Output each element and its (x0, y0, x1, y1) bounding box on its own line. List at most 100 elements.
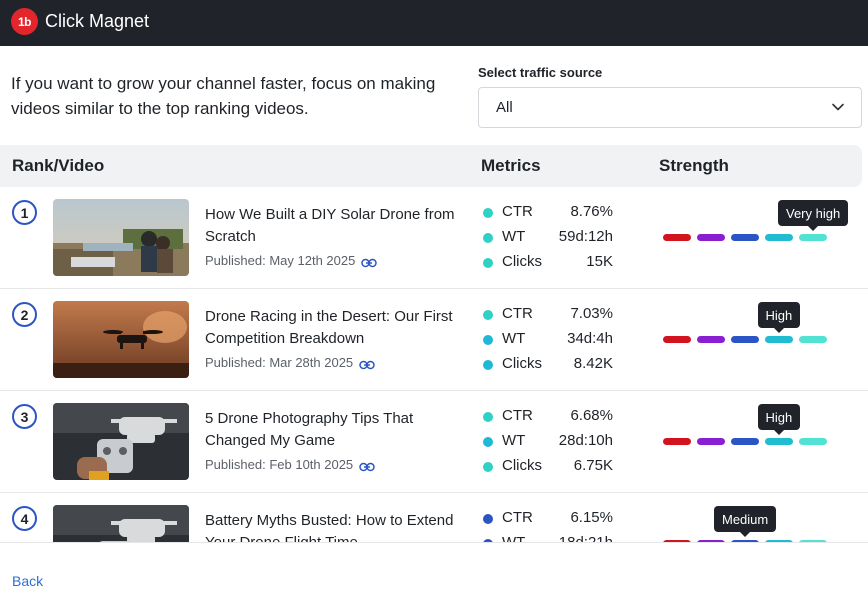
strength-bar (663, 234, 833, 242)
table-row[interactable]: 3 5 Drone Photography Tips That Changed … (0, 391, 868, 493)
strength-segment (697, 336, 725, 343)
strength-bar (663, 336, 833, 344)
table-header: Rank/Video Metrics Strength (0, 145, 862, 187)
video-title[interactable]: Drone Racing in the Desert: Our First Co… (205, 306, 460, 350)
app-title: Click Magnet (45, 11, 150, 31)
video-thumbnail[interactable] (53, 199, 189, 276)
published-label: Published: Feb 10th 2025 (205, 457, 354, 472)
metric-value: 8.42K (573, 355, 613, 372)
metric-name: Clicks (502, 355, 542, 372)
video-title[interactable]: Battery Myths Busted: How to Extend Your… (205, 510, 460, 542)
published-label: Published: Mar 28th 2025 (205, 355, 354, 370)
metric-value: 59d:12h (558, 228, 613, 245)
column-header-metrics: Metrics (481, 156, 541, 175)
strength-tooltip: High (757, 404, 801, 435)
rank-badge: 4 (12, 506, 37, 531)
metric-name: WT (502, 228, 526, 245)
metric-value: 28d:10h (558, 432, 613, 449)
rank-badge: 2 (12, 302, 37, 327)
metric-ctr: CTR 6.15% (483, 509, 613, 529)
strength-segment (697, 234, 725, 241)
metric-value: 18d:21h (559, 534, 613, 542)
metric-name: Clicks (502, 253, 542, 270)
metric-name: WT (502, 534, 525, 542)
strength-segment (663, 438, 691, 445)
metric-name: Clicks (502, 457, 542, 474)
strength-segment (799, 336, 827, 343)
video-thumbnail[interactable] (53, 505, 189, 542)
video-thumbnail[interactable] (53, 403, 189, 480)
back-link[interactable]: Back (12, 573, 43, 589)
traffic-source-select[interactable]: All (478, 87, 862, 128)
strength-tooltip: Medium (714, 506, 777, 537)
published-date: Published: May 12th 2025 (205, 253, 378, 268)
metric-wt: WT 18d:21h (483, 534, 613, 542)
rank-badge: 1 (12, 200, 37, 225)
app-logo[interactable]: 1b (11, 8, 38, 35)
metric-dot (483, 335, 493, 345)
video-title[interactable]: How We Built a DIY Solar Drone from Scra… (205, 204, 460, 248)
metric-dot (483, 310, 493, 320)
published-label: Published: May 12th 2025 (205, 253, 356, 268)
metric-value: 34d:4h (567, 330, 613, 347)
metric-ctr: CTR 7.03% (483, 305, 613, 325)
metric-clicks: Clicks 15K (483, 253, 613, 273)
metric-ctr: CTR 6.68% (483, 407, 613, 427)
table-row[interactable]: 2 Drone Racing in the Desert: Our First … (0, 289, 868, 391)
link-icon[interactable] (359, 460, 375, 471)
metric-dot (483, 437, 493, 447)
link-icon[interactable] (361, 256, 378, 267)
metric-dot (483, 412, 493, 422)
app-header: 1b Click Magnet (0, 0, 868, 46)
strength-segment (765, 336, 793, 343)
metric-name: CTR (502, 407, 533, 424)
strength-segment (765, 438, 793, 445)
table-row[interactable]: 1 How We Built a DIY Solar Drone from Sc… (0, 187, 868, 289)
intro-text: If you want to grow your channel faster,… (11, 74, 436, 118)
video-title[interactable]: 5 Drone Photography Tips That Changed My… (205, 408, 460, 452)
metric-clicks: Clicks 8.42K (483, 355, 613, 375)
published-date: Published: Feb 10th 2025 (205, 457, 375, 472)
metric-name: CTR (502, 509, 533, 526)
metric-value: 7.03% (570, 305, 613, 322)
metric-wt: WT 28d:10h (483, 432, 613, 452)
strength-segment (799, 234, 827, 241)
metric-dot (483, 462, 493, 472)
rank-badge: 3 (12, 404, 37, 429)
video-list: 1 How We Built a DIY Solar Drone from Sc… (0, 187, 868, 542)
metric-dot (483, 514, 493, 524)
footer: Back (0, 542, 868, 613)
strength-segment (731, 234, 759, 241)
published-date: Published: Mar 28th 2025 (205, 355, 375, 370)
chevron-down-icon (832, 103, 844, 111)
metric-dot (483, 233, 493, 243)
metric-name: WT (502, 432, 526, 449)
metric-value: 8.76% (570, 203, 613, 220)
table-row[interactable]: 4 Battery Myths Busted: How to Extend Yo… (0, 493, 868, 542)
metric-dot (483, 360, 493, 370)
traffic-source-value: All (496, 99, 513, 116)
metric-ctr: CTR 8.76% (483, 203, 613, 223)
column-header-strength: Strength (659, 156, 729, 175)
strength-bar (663, 438, 833, 446)
metric-value: 6.75K (573, 457, 613, 474)
strength-tooltip: High (757, 302, 801, 333)
video-thumbnail[interactable] (53, 301, 189, 378)
strength-segment (663, 336, 691, 343)
strength-segment (663, 234, 691, 241)
strength-segment (697, 438, 725, 445)
strength-segment (799, 438, 827, 445)
metric-name: WT (502, 330, 526, 347)
metric-name: CTR (502, 203, 533, 220)
strength-segment (731, 336, 759, 343)
metric-clicks: Clicks 6.75K (483, 457, 613, 477)
link-icon[interactable] (359, 358, 375, 369)
metric-value: 15K (586, 253, 613, 270)
metric-value: 6.15% (570, 509, 613, 526)
metric-dot (483, 208, 493, 218)
strength-tooltip: Very high (778, 200, 849, 231)
metric-dot (483, 258, 493, 268)
strength-segment (731, 438, 759, 445)
metric-name: CTR (502, 305, 533, 322)
column-header-rank-video: Rank/Video (12, 156, 105, 175)
